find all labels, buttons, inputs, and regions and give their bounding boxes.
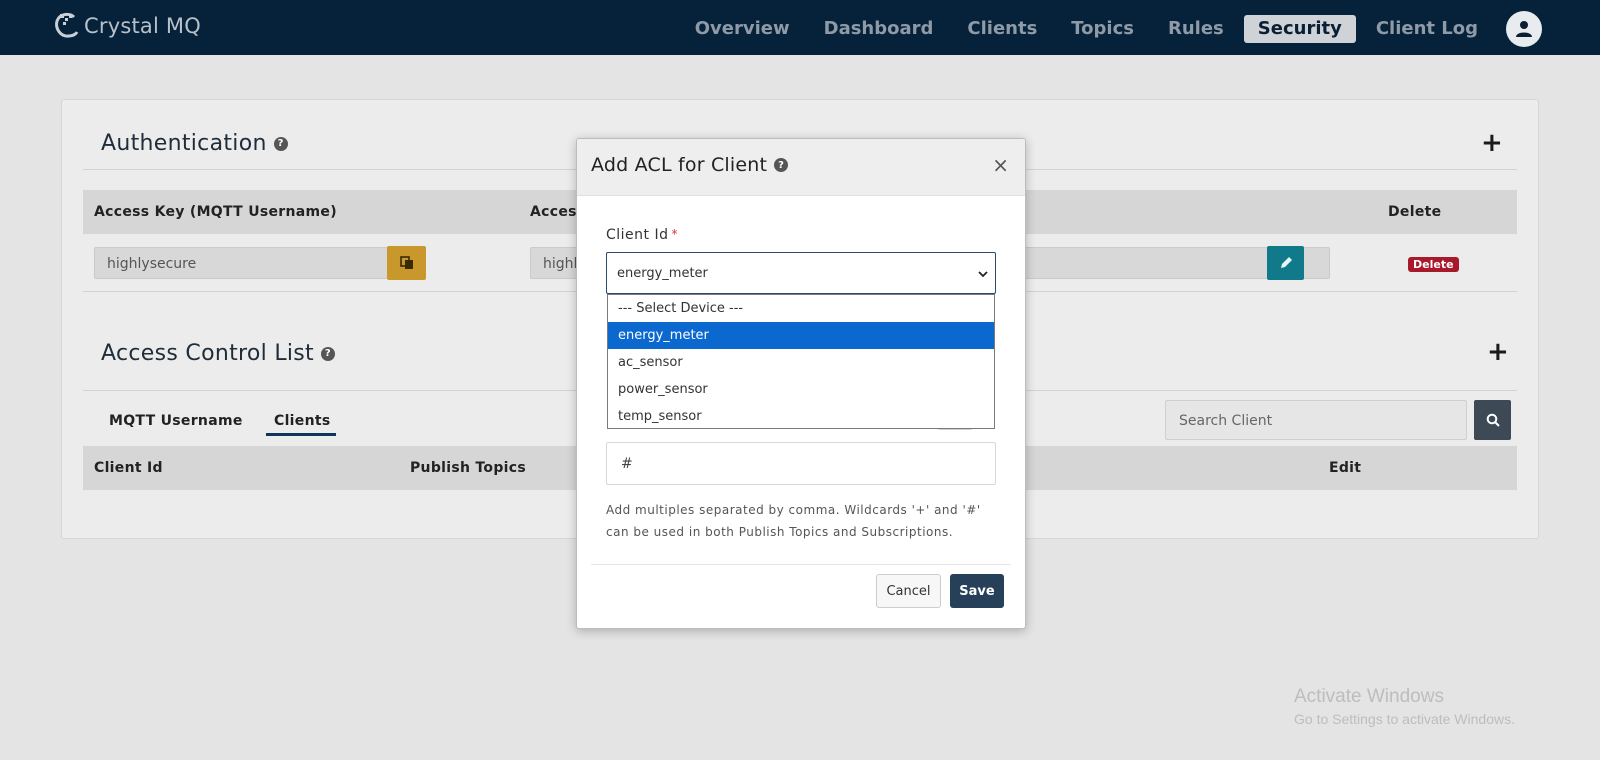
help-text: Add multiples separated by comma. Wildca… [606, 503, 981, 539]
chevron-down-icon [978, 271, 988, 278]
client-id-label-text: Client Id [606, 227, 669, 243]
dropdown-option[interactable]: temp_sensor [608, 403, 994, 430]
modal-title: Add ACL for Client ? [591, 154, 789, 176]
dropdown-option[interactable]: energy_meter [608, 322, 994, 349]
help-icon[interactable]: ? [774, 158, 789, 172]
watermark-title: Activate Windows [1294, 686, 1444, 707]
modal-footer-divider [591, 564, 1011, 565]
client-id-select[interactable]: energy_meter [606, 252, 996, 294]
client-id-label: Client Id * [606, 227, 678, 243]
windows-activation-watermark: Activate Windows Go to Settings to activ… [1294, 686, 1515, 727]
add-acl-modal: Add ACL for Client ? × Client Id * energy… [576, 138, 1026, 629]
modal-header: Add ACL for Client ? × [577, 139, 1025, 196]
dropdown-option[interactable]: power_sensor [608, 376, 994, 403]
save-button[interactable]: Save [950, 574, 1004, 608]
client-id-dropdown-list: --- Select Device --- energy_meter ac_se… [607, 294, 995, 429]
client-id-select-value: energy_meter [617, 266, 708, 281]
modal-title-text: Add ACL for Client [591, 154, 768, 176]
watermark-subtitle: Go to Settings to activate Windows. [1294, 711, 1515, 727]
dropdown-option[interactable]: ac_sensor [608, 349, 994, 376]
required-mark: * [671, 227, 678, 241]
dropdown-option[interactable]: --- Select Device --- [608, 295, 994, 322]
close-icon[interactable]: × [992, 153, 1009, 177]
cancel-button[interactable]: Cancel [876, 574, 941, 608]
topics-input[interactable]: # [606, 442, 996, 485]
